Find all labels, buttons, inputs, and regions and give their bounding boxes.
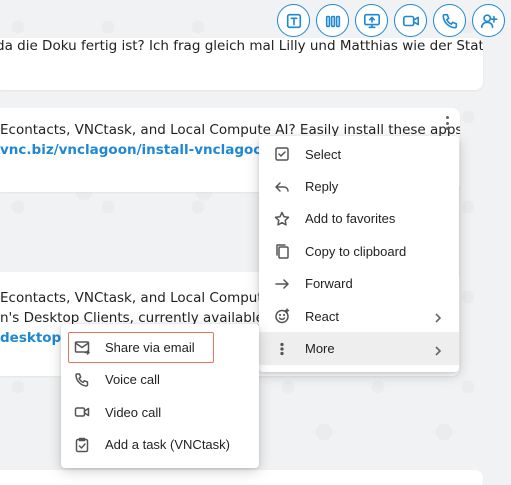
menu-item-label: Select — [305, 146, 342, 162]
menu-item-more[interactable]: More — [259, 332, 459, 365]
menu-item-label: Add to favorites — [305, 211, 396, 227]
menu-item-copy-to-clipboard[interactable]: Copy to clipboard — [259, 235, 459, 267]
video-camera-icon — [74, 407, 90, 417]
menu-item-reply[interactable]: Reply — [259, 170, 459, 202]
menu-item-add-a-task[interactable]: Add a task (VNCtask) — [61, 429, 259, 462]
email-share-icon — [74, 341, 90, 355]
phone-icon — [441, 13, 457, 29]
voice-call-button[interactable] — [433, 4, 466, 37]
star-icon — [274, 211, 290, 226]
menu-item-label: Reply — [305, 179, 339, 195]
menu-item-label: Copy to clipboard — [305, 243, 407, 259]
task-check-icon — [75, 437, 89, 452]
menu-item-label: React — [305, 308, 339, 324]
menu-item-label: More — [305, 341, 335, 357]
menu-item-label: Video call — [105, 404, 162, 420]
arrow-right-icon — [275, 279, 289, 289]
message-options-icon[interactable] — [446, 116, 450, 133]
screen-share-button[interactable] — [355, 4, 388, 37]
poll-button[interactable] — [316, 4, 349, 37]
menu-item-video-call[interactable]: Video call — [61, 396, 259, 429]
chat-message[interactable]: da die Doku fertig ist? Ich frag gleich … — [0, 38, 483, 90]
checkbox-icon — [275, 147, 289, 161]
text-format-button[interactable] — [277, 4, 310, 37]
add-user-icon — [480, 13, 497, 28]
menu-item-label: Add a task (VNCtask) — [105, 437, 230, 453]
menu-item-select[interactable]: Select — [259, 138, 459, 170]
more-submenu: Share via email Voice call Video call Ad… — [61, 324, 259, 468]
copy-icon — [276, 244, 289, 260]
menu-item-label: Share via email — [105, 339, 195, 355]
message-text: da die Doku fertig ist? Ich frag gleich … — [0, 38, 483, 54]
chevron-right-icon — [435, 313, 442, 323]
menu-item-voice-call[interactable]: Voice call — [61, 364, 259, 397]
menu-item-add-to-favorites[interactable]: Add to favorites — [259, 203, 459, 235]
menu-item-react[interactable]: React — [259, 300, 459, 332]
smiley-icon — [275, 308, 290, 324]
chevron-right-icon — [435, 345, 442, 356]
chat-header-toolbar — [277, 4, 505, 37]
phone-icon — [75, 373, 89, 387]
menu-item-share-via-email[interactable]: Share via email — [61, 331, 259, 364]
screen-share-icon — [363, 13, 380, 28]
chat-message[interactable] — [0, 470, 483, 485]
menu-item-forward[interactable]: Forward — [259, 268, 459, 300]
dots-vertical-icon — [280, 342, 284, 355]
video-camera-icon — [402, 15, 419, 26]
reply-icon — [275, 181, 289, 192]
add-participant-button[interactable] — [472, 4, 505, 37]
menu-item-label: Voice call — [105, 372, 160, 388]
message-context-menu: Select Reply Add to favorites Copy to cl… — [259, 136, 459, 372]
video-call-button[interactable] — [394, 4, 427, 37]
menu-item-label: Forward — [305, 276, 353, 292]
bar-chart-icon — [325, 15, 340, 27]
text-icon — [286, 13, 301, 28]
